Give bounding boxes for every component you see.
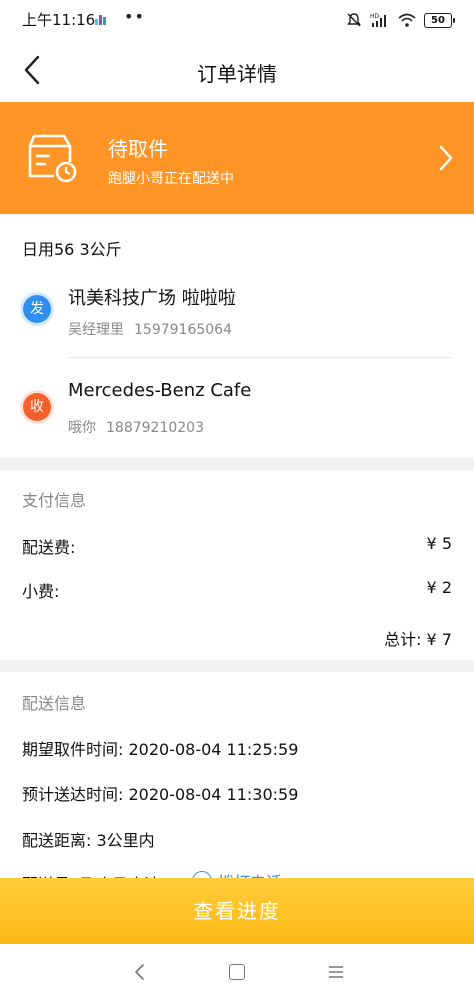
pending-pickup-icon (28, 134, 77, 183)
status-bar: 上午11:16 •• HD 50 (0, 0, 474, 40)
system-menu-icon[interactable] (328, 964, 344, 980)
delivery-section-title: 配送信息 (22, 694, 87, 713)
status-subtitle: 跑腿小哥正在配送中 (108, 171, 234, 187)
battery-level: 50 (431, 14, 445, 26)
view-progress-button[interactable]: 查看进度 (0, 878, 474, 944)
order-detail-page: 上午11:16 •• HD 50 订单详情 待取件 跑腿小哥正在配送中 日用56… (0, 0, 474, 1001)
payment-info-section: 支付信息 配送费: ¥ 5 小费: ¥ 2 总计: ¥ 7 (0, 470, 474, 660)
goods-description: 日用56 3公斤 (22, 240, 122, 259)
section-gap (0, 660, 474, 672)
tip-value: ¥ 2 (426, 578, 452, 597)
receiver-contact-name: 哦你 (68, 420, 96, 436)
receiver-phone[interactable]: 18879210203 (106, 420, 204, 436)
sender-badge: 发 (23, 295, 51, 323)
sender-phone[interactable]: 15979165064 (134, 322, 232, 338)
chevron-right-icon (439, 145, 453, 171)
receiver-address: Mercedes-Benz Cafe (68, 380, 252, 401)
receiver-badge: 收 (23, 393, 51, 421)
wifi-icon (398, 13, 416, 27)
section-gap (0, 458, 474, 470)
payment-section-title: 支付信息 (22, 491, 87, 510)
arrival-time: 预计送达时间: 2020-08-04 11:30:59 (22, 785, 299, 804)
delivery-info-section: 配送信息 期望取件时间: 2020-08-04 11:25:59 预计送达时间:… (0, 672, 474, 912)
app-notification-icon (95, 15, 106, 25)
status-indicators: HD 50 (346, 10, 455, 30)
delivery-distance: 配送距离: 3公里内 (22, 831, 155, 850)
status-more-dots: •• (124, 7, 145, 26)
signal-icon: HD (370, 13, 386, 27)
sender-contact-name: 吴经理里 (68, 322, 124, 338)
network-type-label: HD (370, 13, 380, 20)
sender-contact: 吴经理里 15979165064 (68, 319, 232, 339)
tip-label: 小费: (22, 582, 60, 601)
order-info-section: 日用56 3公斤 发 讯美科技广场 啦啦啦 吴经理里 15979165064 收 … (0, 214, 474, 458)
receiver-contact: 哦你 18879210203 (68, 417, 204, 437)
status-title: 待取件 (108, 137, 168, 161)
delivery-fee-value: ¥ 5 (426, 534, 452, 553)
mute-alarm-icon (347, 13, 361, 27)
page-title: 订单详情 (197, 62, 277, 86)
system-nav-bar (0, 944, 474, 1001)
order-status-card[interactable]: 待取件 跑腿小哥正在配送中 (0, 102, 474, 214)
pickup-time: 期望取件时间: 2020-08-04 11:25:59 (22, 740, 299, 759)
status-time: 上午11:16 (22, 11, 96, 29)
delivery-fee-label: 配送费: (22, 538, 76, 557)
sender-address: 讯美科技广场 啦啦啦 (68, 288, 236, 309)
address-divider (68, 357, 452, 358)
battery-icon: 50 (424, 12, 455, 28)
system-home-icon[interactable] (229, 964, 245, 980)
total-amount: 总计: ¥ 7 (384, 630, 452, 649)
nav-bar: 订单详情 (0, 40, 474, 102)
system-back-icon[interactable] (130, 962, 150, 982)
